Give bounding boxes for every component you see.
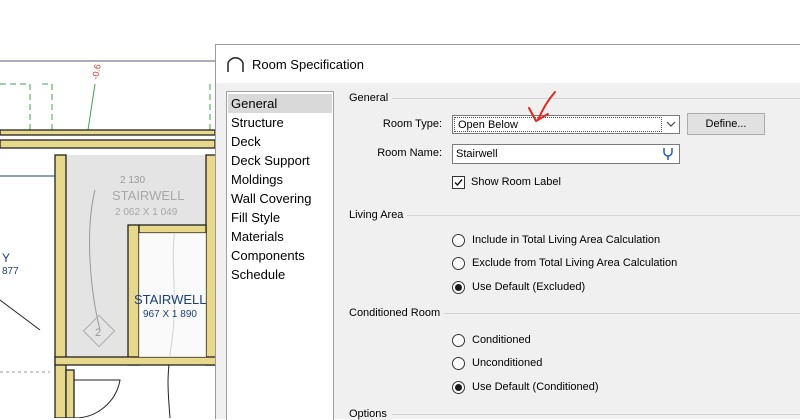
nav-item-deck-support[interactable]: Deck Support [228, 151, 332, 170]
show-room-label-text: Show Room Label [471, 176, 561, 188]
dialog-titlebar[interactable]: Room Specification [216, 45, 800, 83]
general-panel: General Room Type: Open Below Define... … [342, 83, 800, 420]
dialog-title: Room Specification [252, 57, 364, 72]
stair-label-gray: STAIRWELL [112, 188, 184, 203]
wrench-icon[interactable] [661, 147, 675, 161]
green-guide-lines [0, 83, 211, 130]
conditioned-label: Conditioned [472, 334, 531, 346]
room-name-value: Stairwell [456, 148, 498, 160]
use-default-excluded-label: Use Default (Excluded) [472, 281, 586, 293]
radio-exclude-living-area[interactable] [452, 257, 465, 270]
use-default-conditioned-label: Use Default (Conditioned) [472, 381, 599, 393]
general-group-title: General [349, 92, 393, 104]
exclude-living-area-label: Exclude from Total Living Area Calculati… [472, 257, 678, 269]
room-arch-icon [227, 57, 244, 72]
stair-dims-blue: 967 X 1 890 [143, 309, 197, 320]
stair-label-blue: STAIRWELL [134, 292, 206, 307]
conditioned-group-title: Conditioned Room [349, 307, 445, 319]
left-room-label: Y [2, 251, 10, 265]
nav-item-wall-covering[interactable]: Wall Covering [228, 189, 332, 208]
group-divider [392, 414, 800, 415]
radio-use-default-excluded[interactable] [452, 281, 465, 294]
nav-item-materials[interactable]: Materials [228, 227, 332, 246]
elevation-marker-line [87, 83, 96, 131]
include-living-area-label: Include in Total Living Area Calculation [472, 234, 661, 246]
radio-use-default-conditioned[interactable] [452, 381, 465, 394]
nav-item-structure[interactable]: Structure [228, 113, 332, 132]
chevron-down-icon [666, 121, 676, 127]
room-type-value: Open Below [454, 117, 662, 132]
left-room-dims: 877 [2, 266, 19, 277]
stair-dims-gray: 2 062 X 1 049 [115, 207, 178, 218]
group-divider [440, 313, 800, 314]
stair-extra-gray: 2 130 [120, 175, 145, 186]
nav-item-fill-style[interactable]: Fill Style [228, 208, 332, 227]
define-button[interactable]: Define... [687, 113, 765, 135]
nav-item-schedule[interactable]: Schedule [228, 265, 332, 284]
room-specification-dialog: Room Specification General Structure Dec… [215, 44, 800, 420]
room-type-select[interactable]: Open Below [452, 115, 680, 134]
living-area-group-title: Living Area [349, 209, 408, 221]
radio-unconditioned[interactable] [452, 357, 465, 370]
room-name-input[interactable]: Stairwell [452, 144, 680, 164]
nav-item-moldings[interactable]: Moldings [228, 170, 332, 189]
category-list[interactable]: General Structure Deck Deck Support Mold… [226, 91, 334, 420]
radio-conditioned[interactable] [452, 334, 465, 347]
radio-include-living-area[interactable] [452, 234, 465, 247]
door-line [0, 299, 41, 331]
room-name-label: Room Name: [377, 147, 442, 159]
group-divider [406, 215, 800, 216]
group-divider [392, 98, 800, 99]
options-group-title: Options [349, 408, 391, 420]
room-type-label: Room Type: [382, 118, 442, 130]
nav-item-deck[interactable]: Deck [228, 132, 332, 151]
show-room-label-checkbox[interactable] [452, 176, 465, 189]
door-swing [74, 379, 121, 418]
nav-item-general[interactable]: General [228, 94, 332, 113]
nav-item-components[interactable]: Components [228, 246, 332, 265]
unconditioned-label: Unconditioned [472, 357, 543, 369]
elevation-label: -0.6 [90, 63, 103, 80]
svg-text:2: 2 [95, 327, 101, 339]
checkmark-icon [454, 179, 463, 187]
